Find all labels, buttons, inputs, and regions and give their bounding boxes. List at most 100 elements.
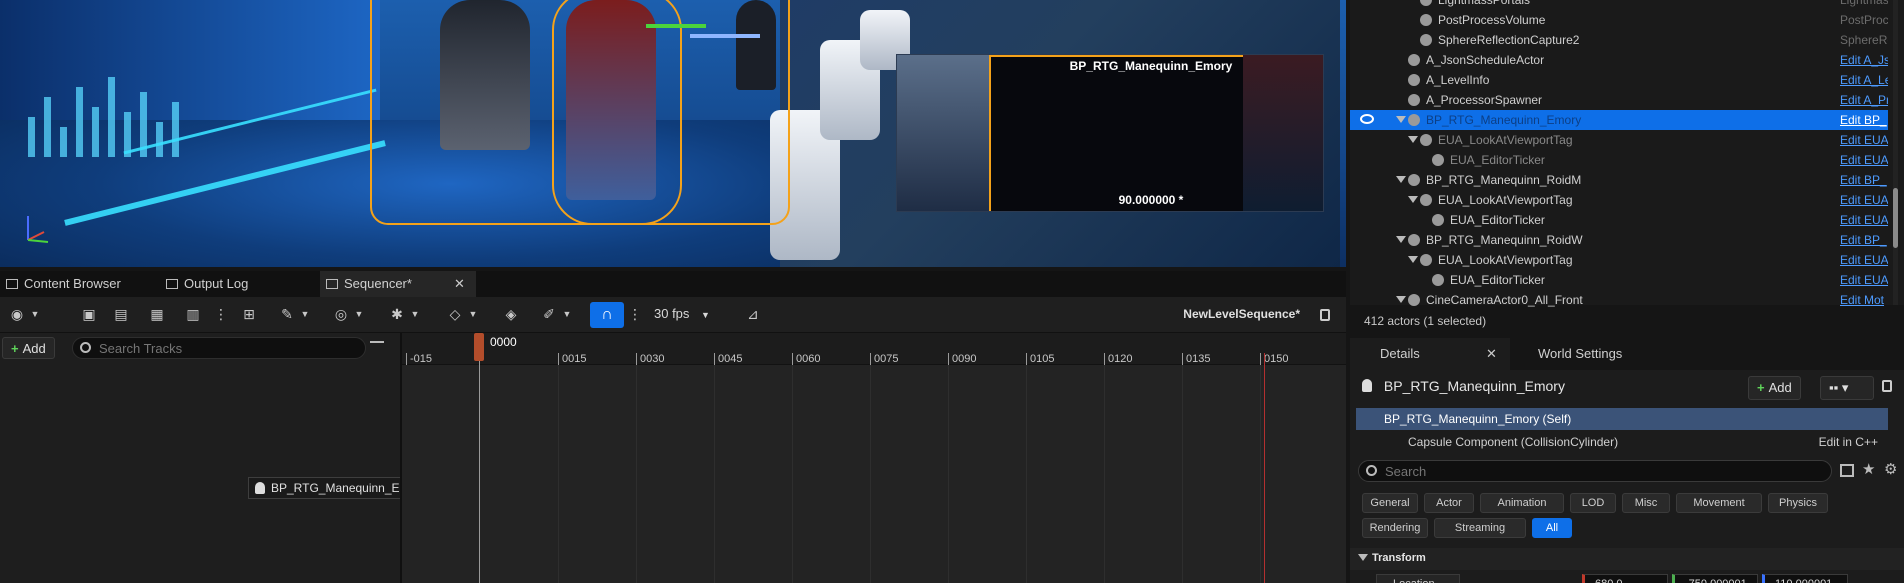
category-filter-general[interactable]: General <box>1362 493 1418 513</box>
outliner-row[interactable]: BP_RTG_Manequinn_RoidW Edit BP_ <box>1350 230 1888 250</box>
browse-icon[interactable]: ▤ <box>112 305 130 323</box>
outliner-row-type[interactable]: Edit BP_ <box>1840 230 1888 250</box>
outliner-row-type[interactable]: Edit Mot <box>1840 290 1888 310</box>
outliner-row[interactable]: A_ProcessorSpawner Edit A_Pr <box>1350 90 1888 110</box>
outliner-row[interactable]: BP_RTG_Manequinn_Emory Edit BP_ <box>1350 110 1888 130</box>
lock-icon[interactable] <box>1882 380 1892 392</box>
category-filter-misc[interactable]: Misc <box>1622 493 1670 513</box>
category-filter-physics[interactable]: Physics <box>1768 493 1828 513</box>
render-movie-icon[interactable]: ▥ <box>184 305 202 323</box>
location-dropdown[interactable]: Location <box>1376 574 1460 583</box>
expand-arrow-icon[interactable] <box>1408 196 1418 203</box>
close-icon[interactable]: ✕ <box>454 271 465 297</box>
location-z-field[interactable]: 110.000001 <box>1762 574 1848 583</box>
expand-arrow-icon[interactable] <box>1396 236 1406 243</box>
tab-sequencer[interactable]: Sequencer* ✕ <box>320 271 476 297</box>
more-options-icon[interactable]: ⋮ <box>626 305 644 323</box>
search-tracks-input[interactable] <box>72 337 366 359</box>
chevron-down-icon[interactable]: ▼ <box>354 305 364 323</box>
outliner-row[interactable]: EUA_LookAtViewportTag Edit EUA <box>1350 130 1888 150</box>
visibility-eye-icon[interactable] <box>1360 114 1374 124</box>
timeline-area[interactable]: -015 0015 0030 0045 0060 0075 0090 0105 0120 0135… <box>402 333 1346 583</box>
level-viewport[interactable]: BP_RTG_Manequinn_Emory 90.000000 * <box>0 0 1346 267</box>
component-self[interactable]: BP_RTG_Manequinn_Emory (Self) <box>1356 408 1888 430</box>
category-filter-actor[interactable]: Actor <box>1424 493 1474 513</box>
transform-section-header[interactable]: Transform <box>1350 548 1904 570</box>
outliner-row-type[interactable]: Edit A_Le <box>1840 70 1888 90</box>
category-filter-rendering[interactable]: Rendering <box>1362 518 1428 538</box>
category-filter-all[interactable]: All <box>1532 518 1572 538</box>
location-y-field[interactable]: -750.000001 <box>1672 574 1758 583</box>
add-component-button[interactable]: + Add <box>1748 376 1801 400</box>
outliner-row[interactable]: EUA_LookAtViewportTag Edit EUA <box>1350 250 1888 270</box>
outliner-row[interactable]: EUA_EditorTicker Edit EUA <box>1350 270 1888 290</box>
chevron-down-icon[interactable]: ▼ <box>410 305 420 323</box>
outliner-row[interactable]: PostProcessVolume PostProc <box>1350 10 1888 30</box>
playback-options-icon[interactable]: ✱ <box>388 305 406 323</box>
chevron-down-icon[interactable]: ▼ <box>468 305 478 323</box>
wrench-icon[interactable]: ✎ <box>278 305 296 323</box>
eye-icon[interactable]: ◎ <box>332 305 350 323</box>
tab-output-log[interactable]: Output Log <box>160 271 320 297</box>
chevron-down-icon[interactable]: ▼ <box>30 305 40 323</box>
globe-icon[interactable]: ◉ <box>8 305 26 323</box>
outliner-row-type[interactable]: Edit EUA <box>1840 130 1888 150</box>
gizmo-y-axis[interactable] <box>646 24 706 28</box>
component-capsule[interactable]: Capsule Component (CollisionCylinder) Ed… <box>1356 432 1888 452</box>
details-search-input[interactable] <box>1358 460 1832 482</box>
outliner-scroll-thumb[interactable] <box>1893 188 1898 248</box>
expand-arrow-icon[interactable] <box>1396 296 1406 303</box>
outliner-row-type[interactable]: Edit BP_ <box>1840 170 1888 190</box>
category-filter-lod[interactable]: LOD <box>1570 493 1616 513</box>
more-options-icon[interactable]: ⋮ <box>212 305 230 323</box>
category-filter-animation[interactable]: Animation <box>1480 493 1564 513</box>
edit-mode-icon[interactable]: ✐ <box>540 305 558 323</box>
outliner-scrollbar[interactable] <box>1893 0 1898 305</box>
playback-end-marker[interactable] <box>1264 353 1265 583</box>
world-outliner[interactable]: LightmassPortals Lightmas PostProcessVolum… <box>1350 0 1904 307</box>
outliner-row[interactable]: EUA_EditorTicker Edit EUA <box>1350 150 1888 170</box>
category-filter-streaming[interactable]: Streaming <box>1434 518 1526 538</box>
outliner-row[interactable]: A_JsonScheduleActor Edit A_Js <box>1350 50 1888 70</box>
filter-icon[interactable] <box>370 341 384 353</box>
outliner-row-type[interactable]: Edit BP_ <box>1840 110 1888 130</box>
playhead-handle[interactable] <box>474 333 484 361</box>
outliner-row[interactable]: BP_RTG_Manequinn_RoidM Edit BP_ <box>1350 170 1888 190</box>
close-icon[interactable]: ✕ <box>1486 338 1497 370</box>
time-ruler[interactable]: -015 0015 0030 0045 0060 0075 0090 0105 0120 0135… <box>402 333 1346 365</box>
outliner-row-type[interactable]: Edit EUA <box>1840 250 1888 270</box>
star-icon[interactable]: ★ <box>1862 460 1875 478</box>
save-icon[interactable]: ▣ <box>80 305 98 323</box>
auto-key-icon[interactable]: ◈ <box>502 305 520 323</box>
expand-arrow-icon[interactable] <box>1396 116 1406 123</box>
outliner-row[interactable]: EUA_LookAtViewportTag Edit EUA <box>1350 190 1888 210</box>
gizmo-x-axis[interactable] <box>690 34 760 38</box>
outliner-row-type[interactable]: Edit A_Pr <box>1840 90 1888 110</box>
tab-content-browser[interactable]: Content Browser <box>0 271 160 297</box>
outliner-row[interactable]: LightmassPortals Lightmas <box>1350 0 1888 10</box>
key-diamond-icon[interactable]: ◇ <box>446 305 464 323</box>
add-track-button[interactable]: + Add <box>2 337 55 359</box>
hierarchy-icon[interactable]: ⊞ <box>240 305 258 323</box>
expand-arrow-icon[interactable] <box>1396 176 1406 183</box>
chevron-down-icon[interactable]: ▼ <box>562 305 572 323</box>
frame-rate-dropdown[interactable]: 30 fps ▼ <box>654 306 710 321</box>
outliner-row[interactable]: CineCameraActor0_All_Front Edit Mot <box>1350 290 1888 310</box>
outliner-row-type[interactable]: Edit A_Js <box>1840 50 1888 70</box>
outliner-row[interactable]: EUA_EditorTicker Edit EUA <box>1350 210 1888 230</box>
outliner-row[interactable]: A_LevelInfo Edit A_Le <box>1350 70 1888 90</box>
expand-arrow-icon[interactable] <box>1408 136 1418 143</box>
snap-toggle-button[interactable]: ∩ <box>590 302 624 328</box>
outliner-row-type[interactable]: Edit EUA <box>1840 190 1888 210</box>
outliner-row-type[interactable]: Edit EUA <box>1840 210 1888 230</box>
lock-icon[interactable] <box>1320 309 1330 321</box>
edit-in-cpp-link[interactable]: Edit in C++ <box>1819 432 1878 452</box>
expand-arrow-icon[interactable] <box>1408 256 1418 263</box>
location-x-field[interactable]: 680.0 <box>1582 574 1668 583</box>
tab-details[interactable]: Details ✕ <box>1350 338 1510 370</box>
camera-icon[interactable]: ▦ <box>148 305 166 323</box>
table-view-icon[interactable] <box>1840 464 1854 477</box>
gear-icon[interactable]: ⚙ <box>1884 460 1897 478</box>
category-filter-movement[interactable]: Movement <box>1676 493 1762 513</box>
outliner-row-type[interactable]: Edit EUA <box>1840 150 1888 170</box>
